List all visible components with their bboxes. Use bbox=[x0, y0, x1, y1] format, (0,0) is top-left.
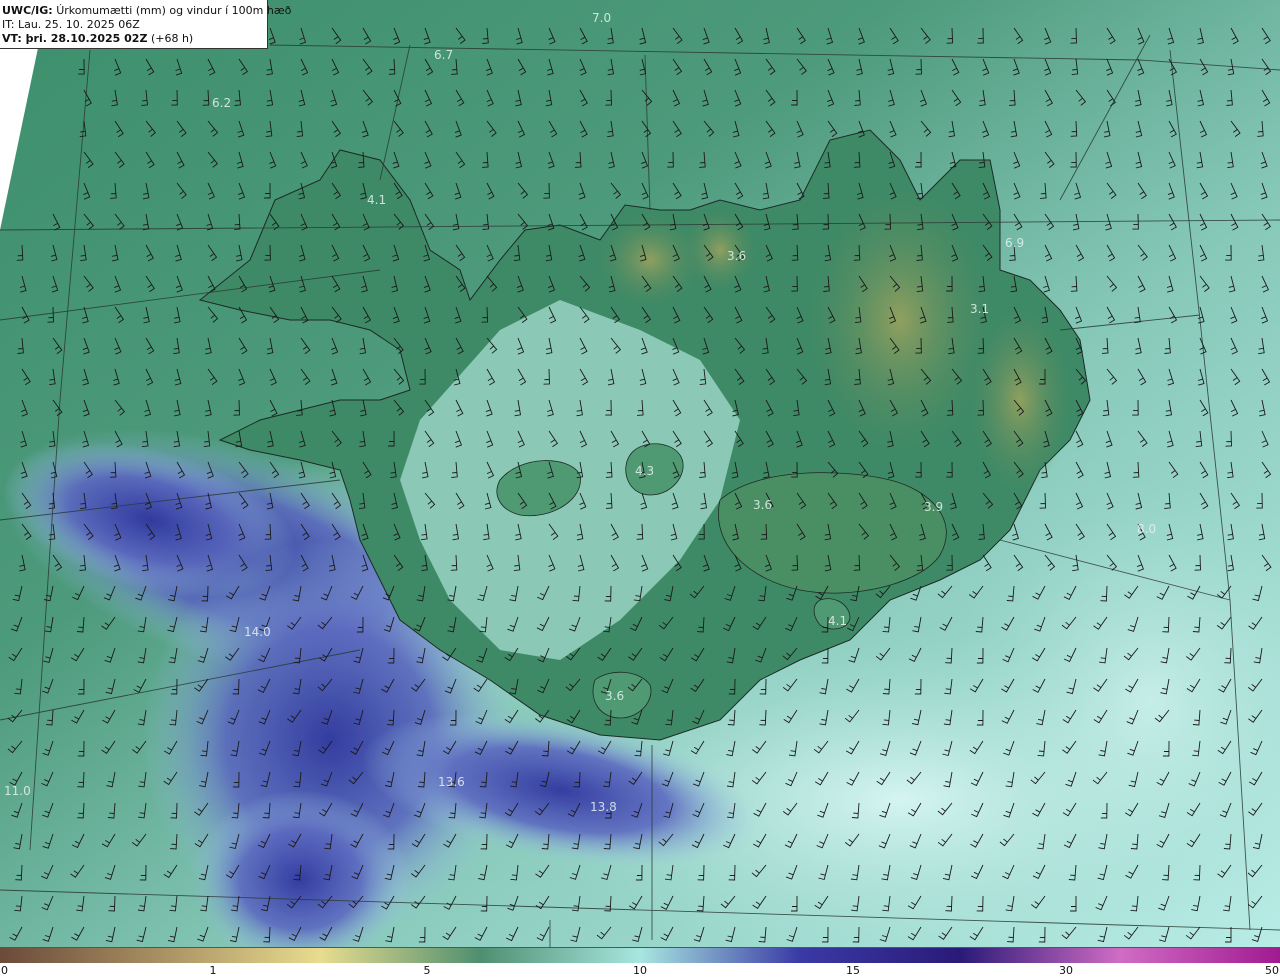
map-label: 4.1 bbox=[828, 614, 847, 628]
map-label: 6.9 bbox=[1005, 236, 1024, 250]
map-label: 3.6 bbox=[727, 249, 746, 263]
map-label: 3.1 bbox=[970, 302, 989, 316]
title-line: UWC/IG: Úrkomumætti (mm) og vindur í 100… bbox=[2, 4, 291, 18]
valid-time: VT: þri. 28.10.2025 02Z bbox=[2, 32, 148, 45]
colorbar-tick: 15 bbox=[846, 964, 860, 977]
field-description: Úrkomumætti (mm) og vindur í 100m hæð bbox=[56, 4, 292, 17]
model-code: UWC/IG: bbox=[2, 4, 53, 17]
lead-time: (+68 h) bbox=[150, 32, 194, 45]
forecast-map: 7.0 6.7 6.2 4.1 3.6 6.9 3.1 4.3 3.6 3.9 … bbox=[0, 0, 1280, 947]
colorbar-tick: 50 bbox=[1265, 964, 1279, 977]
init-time: IT: Lau. 25. 10. 2025 06Z bbox=[2, 18, 140, 31]
forecast-info-box: UWC/IG: Úrkomumætti (mm) og vindur í 100… bbox=[0, 0, 291, 49]
colorbar-ticks: 0 1 5 10 15 30 50 bbox=[0, 963, 1280, 978]
map-label: 6.2 bbox=[212, 96, 231, 110]
map-label: 3.6 bbox=[605, 689, 624, 703]
colorbar-tick: 30 bbox=[1059, 964, 1073, 977]
map-label: 14.0 bbox=[244, 625, 271, 639]
map-label: 7.0 bbox=[592, 11, 611, 25]
map-label: 11.0 bbox=[4, 784, 31, 798]
colorbar-tick: 0 bbox=[1, 964, 8, 977]
map-label: 6.7 bbox=[434, 48, 453, 62]
map-label: 3.6 bbox=[753, 498, 772, 512]
map-label: 8.0 bbox=[1137, 522, 1156, 536]
map-label: 13.6 bbox=[438, 775, 465, 789]
colorbar-tick: 5 bbox=[423, 964, 431, 977]
map-label: 13.8 bbox=[590, 800, 617, 814]
colorbar-tick: 1 bbox=[209, 964, 217, 977]
colorbar bbox=[0, 947, 1280, 963]
map-label: 3.9 bbox=[924, 500, 943, 514]
colorbar-tick: 10 bbox=[633, 964, 647, 977]
map-label: 4.3 bbox=[635, 464, 654, 478]
valid-time-line: VT: þri. 28.10.2025 02Z (+68 h) bbox=[2, 32, 267, 46]
map-label: 4.1 bbox=[367, 193, 386, 207]
